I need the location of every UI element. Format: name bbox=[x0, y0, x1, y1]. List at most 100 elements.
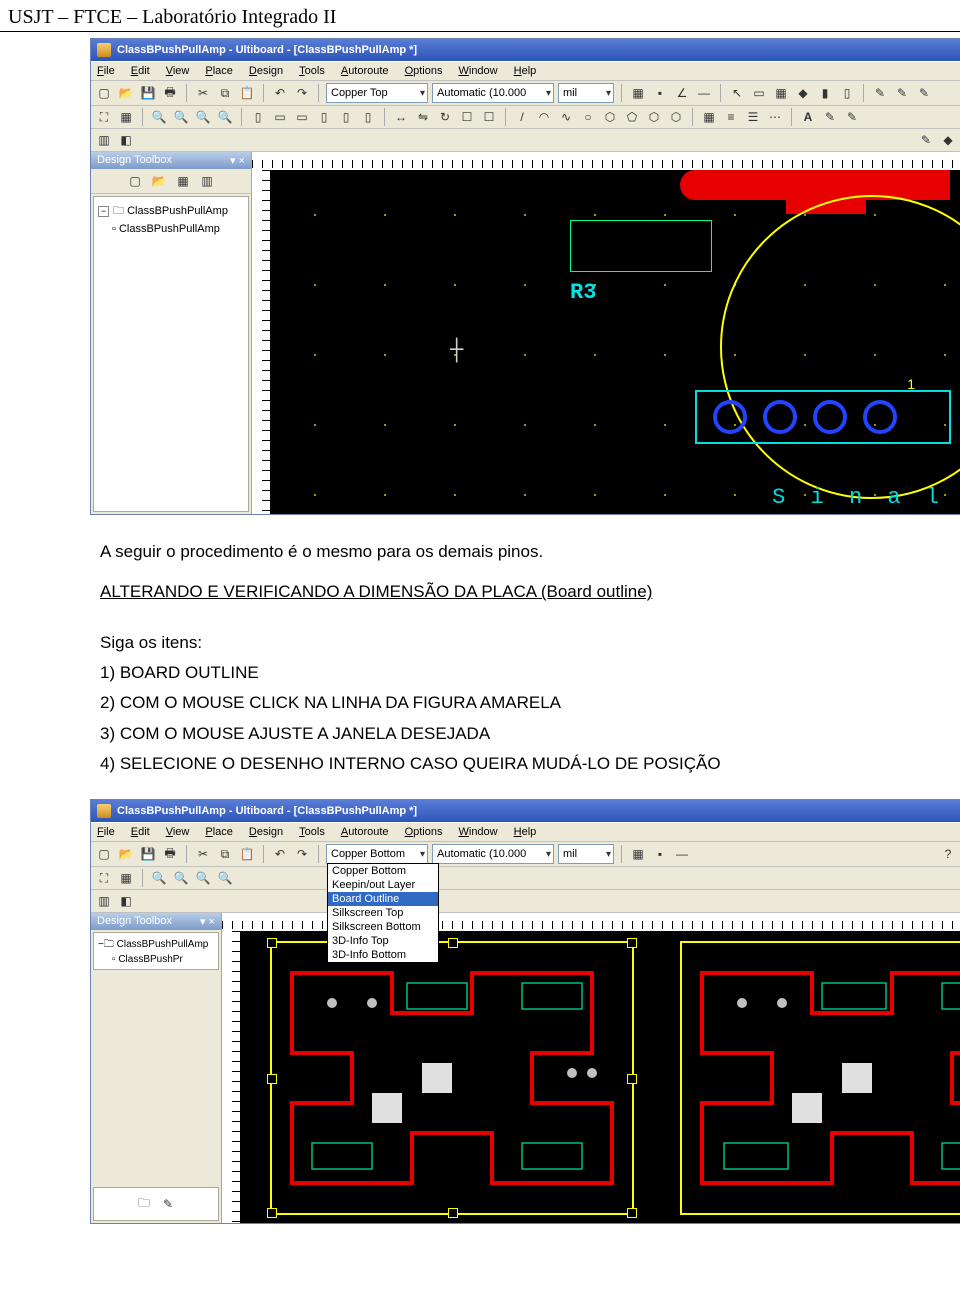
tool-icon[interactable]: ◆ bbox=[794, 84, 812, 102]
zoom-out-icon[interactable]: 🔍 bbox=[172, 869, 190, 887]
redo-icon[interactable]: ↷ bbox=[293, 845, 311, 863]
menu-place[interactable]: Place bbox=[203, 64, 235, 78]
redo-icon[interactable]: ↷ bbox=[293, 84, 311, 102]
menu-file[interactable]: File bbox=[95, 825, 117, 839]
menu-options[interactable]: Options bbox=[403, 825, 445, 839]
tool-icon[interactable]: ✎ bbox=[917, 131, 935, 149]
layer-option-selected[interactable]: Board Outline bbox=[328, 892, 438, 906]
undo-icon[interactable]: ↶ bbox=[271, 84, 289, 102]
tool-icon[interactable]: ▥ bbox=[198, 172, 216, 190]
menu-window[interactable]: Window bbox=[456, 64, 499, 78]
undo-icon[interactable]: ↶ bbox=[271, 845, 289, 863]
open-icon[interactable]: 📂 bbox=[117, 84, 135, 102]
tool-icon[interactable]: ⬡ bbox=[645, 108, 663, 126]
menu-edit[interactable]: Edit bbox=[129, 64, 152, 78]
layer-option[interactable]: Silkscreen Top bbox=[328, 906, 438, 920]
zoom-out-icon[interactable]: 🔍 bbox=[172, 108, 190, 126]
cut-icon[interactable]: ✂ bbox=[194, 84, 212, 102]
select-icon[interactable]: ▯ bbox=[249, 108, 267, 126]
full-icon[interactable]: ⛶ bbox=[95, 108, 113, 126]
unit-combo[interactable]: mil bbox=[558, 844, 614, 864]
tool-icon[interactable]: ✎ bbox=[821, 108, 839, 126]
tool-icon[interactable]: ▦ bbox=[174, 172, 192, 190]
circle-icon[interactable]: ○ bbox=[579, 108, 597, 126]
menu-view[interactable]: View bbox=[164, 825, 192, 839]
tool-icon[interactable]: ✎ bbox=[159, 1195, 177, 1213]
tool-icon[interactable]: ⋯ bbox=[766, 108, 784, 126]
layer-option[interactable]: Keepin/out Layer bbox=[328, 878, 438, 892]
layer-combo[interactable]: Copper Top bbox=[326, 83, 428, 103]
tool-icon[interactable]: ▦ bbox=[629, 845, 647, 863]
tool-icon[interactable]: ◆ bbox=[939, 131, 957, 149]
grid-combo[interactable]: Automatic (10.000 bbox=[432, 844, 554, 864]
zoom-fit-icon[interactable]: 🔍 bbox=[216, 869, 234, 887]
menu-edit[interactable]: Edit bbox=[129, 825, 152, 839]
mirror-icon[interactable]: ⇋ bbox=[414, 108, 432, 126]
new-icon[interactable]: ▢ bbox=[95, 845, 113, 863]
line-icon[interactable]: / bbox=[513, 108, 531, 126]
pcb-canvas[interactable] bbox=[240, 931, 960, 1223]
menu-autoroute[interactable]: Autoroute bbox=[339, 64, 391, 78]
full-icon[interactable]: ⛶ bbox=[95, 869, 113, 887]
open-icon[interactable]: 📂 bbox=[117, 845, 135, 863]
menu-help[interactable]: Help bbox=[512, 825, 539, 839]
panel-close-icon[interactable]: ▾ × bbox=[200, 915, 215, 928]
tool-icon[interactable]: 📂 bbox=[150, 172, 168, 190]
print-icon[interactable]: 🖶 bbox=[161, 84, 179, 102]
tool-icon[interactable]: ☐ bbox=[458, 108, 476, 126]
place-icon[interactable]: ◧ bbox=[117, 131, 135, 149]
tree-child[interactable]: ▫ ClassBPushPullAmp bbox=[98, 222, 244, 236]
tool-icon[interactable]: ↖ bbox=[728, 84, 746, 102]
tool-icon[interactable]: ∠ bbox=[673, 84, 691, 102]
new-icon[interactable]: ▢ bbox=[95, 84, 113, 102]
resize-handle[interactable] bbox=[627, 938, 637, 948]
copy-icon[interactable]: ⧉ bbox=[216, 845, 234, 863]
resize-handle[interactable] bbox=[267, 1208, 277, 1218]
zoom-toggle-icon[interactable]: ▦ bbox=[117, 869, 135, 887]
menu-tools[interactable]: Tools bbox=[297, 825, 327, 839]
tool-icon[interactable]: ▮ bbox=[816, 84, 834, 102]
tool-icon[interactable]: ✎ bbox=[843, 108, 861, 126]
menu-design[interactable]: Design bbox=[247, 825, 285, 839]
print-icon[interactable]: 🖶 bbox=[161, 845, 179, 863]
paste-icon[interactable]: 📋 bbox=[238, 845, 256, 863]
measure-icon[interactable]: ↔ bbox=[392, 108, 410, 126]
resize-handle[interactable] bbox=[267, 1074, 277, 1084]
component-outline[interactable] bbox=[570, 220, 712, 272]
select-icon[interactable]: ▯ bbox=[337, 108, 355, 126]
tool-icon[interactable]: ▦ bbox=[772, 84, 790, 102]
place-icon[interactable]: ▥ bbox=[95, 892, 113, 910]
save-icon[interactable]: 💾 bbox=[139, 84, 157, 102]
grid-combo[interactable]: Automatic (10.000 bbox=[432, 83, 554, 103]
tool-icon[interactable]: ▪ bbox=[651, 845, 669, 863]
panel-close-icon[interactable]: ▾ × bbox=[230, 154, 245, 167]
place-icon[interactable]: ◧ bbox=[117, 892, 135, 910]
layer-option[interactable]: 3D-Info Top bbox=[328, 934, 438, 948]
rotate-icon[interactable]: ↻ bbox=[436, 108, 454, 126]
zoom-in-icon[interactable]: 🔍 bbox=[150, 869, 168, 887]
paste-icon[interactable]: 📋 bbox=[238, 84, 256, 102]
project-tree[interactable]: −🗀 ClassBPushPullAmp ▫ ClassBPushPr bbox=[93, 932, 219, 970]
tool-icon[interactable]: — bbox=[695, 84, 713, 102]
tool-icon[interactable]: ⬠ bbox=[623, 108, 641, 126]
tool-icon[interactable]: ▦ bbox=[629, 84, 647, 102]
help-icon[interactable]: ? bbox=[939, 845, 957, 863]
tree-root[interactable]: −🗀 ClassBPushPullAmp bbox=[98, 201, 244, 222]
zoom-fit-icon[interactable]: 🔍 bbox=[216, 108, 234, 126]
arc-icon[interactable]: ◠ bbox=[535, 108, 553, 126]
zoom-window-icon[interactable]: 🔍 bbox=[194, 108, 212, 126]
zoom-toggle-icon[interactable]: ▦ bbox=[117, 108, 135, 126]
menu-design[interactable]: Design bbox=[247, 64, 285, 78]
layer-dropdown-list[interactable]: Copper Bottom Keepin/out Layer Board Out… bbox=[327, 863, 439, 963]
select-icon[interactable]: ▭ bbox=[271, 108, 289, 126]
tree-child[interactable]: ▫ ClassBPushPr bbox=[98, 954, 214, 965]
project-tree[interactable]: −🗀 ClassBPushPullAmp ▫ ClassBPushPullAmp bbox=[93, 196, 249, 512]
tool-icon[interactable]: ⬡ bbox=[601, 108, 619, 126]
pcb-canvas[interactable]: R3 ┼ 1 S i n a l bbox=[270, 170, 960, 514]
tool-icon[interactable]: ✎ bbox=[893, 84, 911, 102]
save-icon[interactable]: 💾 bbox=[139, 845, 157, 863]
layer-option[interactable]: Copper Bottom bbox=[328, 864, 438, 878]
tool-icon[interactable]: ✎ bbox=[871, 84, 889, 102]
menu-options[interactable]: Options bbox=[403, 64, 445, 78]
board-outline[interactable] bbox=[680, 941, 960, 1215]
